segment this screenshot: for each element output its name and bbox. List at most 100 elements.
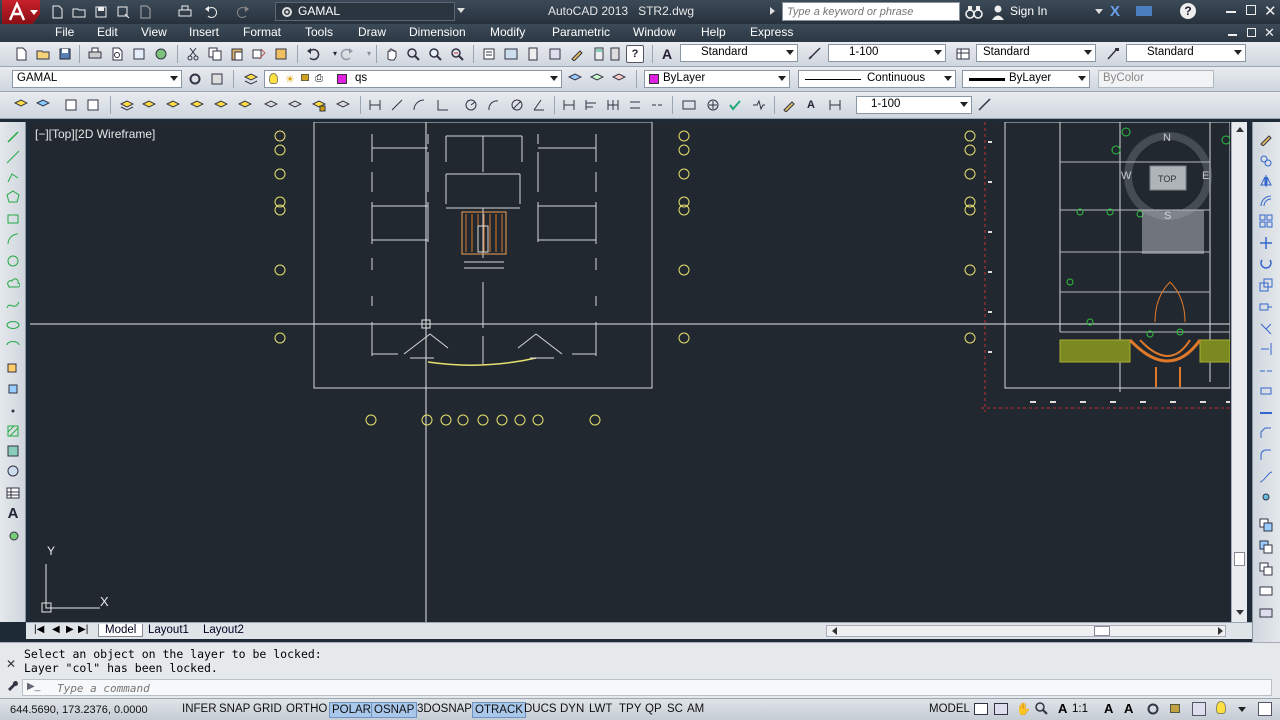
chevron-down-icon[interactable] xyxy=(457,8,465,13)
hatch-icon[interactable] xyxy=(4,422,22,440)
copy-object-icon[interactable] xyxy=(1257,152,1275,170)
draw-order-above-icon[interactable] xyxy=(1257,582,1275,600)
paste-icon[interactable] xyxy=(228,45,246,63)
wrench-icon[interactable] xyxy=(6,679,18,694)
user-icon[interactable] xyxy=(991,4,1005,23)
match-properties-icon[interactable] xyxy=(250,45,268,63)
doc-close-icon[interactable]: ✕ xyxy=(1264,25,1275,41)
ellipse-arc-icon[interactable] xyxy=(4,336,22,354)
plot-icon[interactable] xyxy=(176,3,194,21)
menu-insert[interactable]: Insert xyxy=(189,25,219,39)
toggle-infer[interactable]: INFER xyxy=(180,702,219,718)
undo-icon[interactable] xyxy=(304,45,322,63)
save-as-icon[interactable] xyxy=(114,3,132,21)
isolate-objects-icon[interactable] xyxy=(1216,701,1226,714)
workspace-selector[interactable]: GAMAL xyxy=(275,2,455,21)
move-icon[interactable] xyxy=(1257,234,1275,252)
isolate-icon[interactable] xyxy=(34,96,52,114)
print-preview-icon[interactable] xyxy=(136,3,154,21)
layer-change-icon[interactable] xyxy=(140,96,158,114)
revision-cloud-icon[interactable] xyxy=(4,274,22,292)
line-icon[interactable] xyxy=(4,128,22,146)
lineweight-combo[interactable]: ByLayer xyxy=(962,70,1090,88)
zoom-window-icon[interactable] xyxy=(426,45,444,63)
lock-icon[interactable] xyxy=(1170,704,1180,713)
workspace-settings-icon[interactable] xyxy=(186,70,204,88)
layer-properties-icon[interactable] xyxy=(242,70,260,88)
zoom-realtime-icon[interactable] xyxy=(404,45,422,63)
stretch-icon[interactable] xyxy=(1257,298,1275,316)
baseline-icon[interactable] xyxy=(582,96,600,114)
publish-icon[interactable] xyxy=(130,45,148,63)
pan-icon[interactable]: ✋ xyxy=(1016,702,1031,716)
3d-dwf-icon[interactable] xyxy=(152,45,170,63)
mirror-icon[interactable] xyxy=(1257,172,1275,190)
design-center-icon[interactable] xyxy=(502,45,520,63)
array-icon[interactable] xyxy=(1257,212,1275,230)
redo-icon[interactable] xyxy=(234,3,252,21)
zoom-previous-icon[interactable] xyxy=(448,45,466,63)
menu-help[interactable]: Help xyxy=(701,25,726,39)
layer-match-icon[interactable] xyxy=(118,96,136,114)
chamfer-icon[interactable] xyxy=(1257,424,1275,442)
layer-freeze-icon[interactable] xyxy=(62,96,80,114)
toggle-am[interactable]: AM xyxy=(685,702,706,718)
hardware-acceleration-icon[interactable] xyxy=(1192,702,1206,716)
annotation-scale-value[interactable]: 1:1 xyxy=(1072,703,1088,715)
aligned-dim-icon[interactable] xyxy=(388,96,406,114)
new-icon[interactable] xyxy=(12,45,30,63)
trim-icon[interactable] xyxy=(1257,320,1275,338)
insert-block-icon[interactable] xyxy=(4,358,22,376)
toggle-sc[interactable]: SC xyxy=(665,702,685,718)
erase-icon[interactable] xyxy=(1257,130,1275,148)
scroll-right-icon[interactable] xyxy=(1218,627,1223,635)
add-selected-icon[interactable] xyxy=(4,526,22,544)
layer-off-all-icon[interactable] xyxy=(236,96,254,114)
scroll-up-icon[interactable] xyxy=(1236,127,1244,132)
layer-freeze-all-icon[interactable] xyxy=(212,96,230,114)
customize-icon[interactable] xyxy=(208,70,226,88)
viewcube-south-label[interactable]: S xyxy=(1164,210,1171,222)
point-icon[interactable] xyxy=(4,402,22,420)
fillet-icon[interactable] xyxy=(1257,446,1275,464)
circle-icon[interactable] xyxy=(4,252,22,270)
jogged-linear-icon[interactable] xyxy=(750,96,768,114)
toggle-tpy[interactable]: TPY xyxy=(617,702,643,718)
doc-restore-icon[interactable] xyxy=(1247,28,1256,37)
plot-preview-icon[interactable] xyxy=(108,45,126,63)
dim-space-icon[interactable] xyxy=(626,96,644,114)
draw-order-front-icon[interactable] xyxy=(1257,538,1275,556)
dim-style-scale-combo[interactable]: 1-100 xyxy=(856,96,972,114)
menu-window[interactable]: Window xyxy=(633,25,676,39)
open-icon[interactable] xyxy=(34,45,52,63)
layer-on-icon[interactable] xyxy=(286,96,304,114)
diameter-icon[interactable] xyxy=(508,96,526,114)
properties-icon[interactable] xyxy=(480,45,498,63)
toggle-qp[interactable]: QP xyxy=(643,702,664,718)
layer-off-icon[interactable] xyxy=(84,96,102,114)
angular-icon[interactable] xyxy=(530,96,548,114)
toggle-snap[interactable]: SNAP xyxy=(217,702,252,718)
menu-express[interactable]: Express xyxy=(750,25,793,39)
dim-update-icon[interactable] xyxy=(826,96,844,114)
menu-dimension[interactable]: Dimension xyxy=(409,25,466,39)
scroll-thumb[interactable] xyxy=(1234,552,1245,566)
quick-dim-icon[interactable] xyxy=(560,96,578,114)
scale-icon[interactable] xyxy=(1257,276,1275,294)
dim-edit-icon[interactable] xyxy=(780,96,798,114)
table-style-icon[interactable] xyxy=(954,45,972,63)
command-input-box[interactable]: ▶_ xyxy=(22,679,1272,696)
sheet-set-icon[interactable] xyxy=(546,45,564,63)
toggle-dyn[interactable]: DYN xyxy=(558,702,586,718)
linear-dim-icon[interactable] xyxy=(366,96,384,114)
redo-icon[interactable] xyxy=(338,45,356,63)
save-icon[interactable] xyxy=(92,3,110,21)
command-input[interactable] xyxy=(57,681,1257,695)
text-style-icon[interactable]: A xyxy=(658,45,676,63)
viewcube-top-label[interactable]: TOP xyxy=(1158,174,1176,184)
toggle-otrack[interactable]: OTRACK xyxy=(472,702,526,718)
undo-icon[interactable] xyxy=(202,3,220,21)
zoom-icon[interactable] xyxy=(1034,701,1048,718)
arc-icon[interactable] xyxy=(4,230,22,248)
dim-style-combo[interactable]: Standard xyxy=(976,44,1096,62)
